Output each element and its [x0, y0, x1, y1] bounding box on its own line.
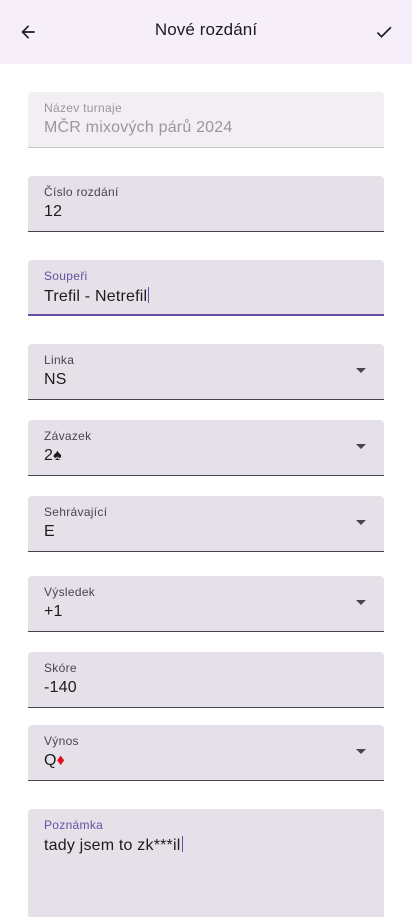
note-value: tady jsem to zk***il: [44, 837, 181, 854]
declarer-value: E: [44, 523, 55, 540]
note-label: Poznámka: [44, 818, 104, 832]
lead-select[interactable]: Výnos Q♦: [28, 725, 384, 781]
deal-number-value: 12: [44, 203, 63, 220]
opponents-label: Soupeři: [44, 269, 88, 283]
dropdown-arrow-icon[interactable]: [356, 368, 366, 373]
deal-number-field[interactable]: Číslo rozdání 12: [28, 176, 384, 232]
dropdown-arrow-icon[interactable]: [356, 444, 366, 449]
line-label: Linka: [44, 353, 75, 367]
text-cursor: [148, 287, 150, 303]
line-value: NS: [44, 371, 67, 388]
tournament-field: Název turnaje MČR mixových párů 2024: [28, 92, 384, 148]
lead-value: Q♦: [44, 752, 65, 770]
tournament-label: Název turnaje: [44, 101, 122, 115]
declarer-select[interactable]: Sehrávající E: [28, 496, 384, 552]
spade-icon: ♠: [53, 447, 62, 464]
top-app-bar: Nové rozdání: [0, 0, 412, 64]
check-icon: [376, 26, 392, 38]
dropdown-arrow-icon[interactable]: [356, 520, 366, 525]
note-field[interactable]: Poznámka tady jsem to zk***il: [28, 809, 384, 917]
diamond-icon: ♦: [56, 752, 66, 769]
contract-value: 2♠: [44, 447, 62, 465]
result-select[interactable]: Výsledek +1: [28, 576, 384, 632]
score-value: -140: [44, 679, 77, 696]
lead-rank: Q: [44, 752, 57, 769]
dropdown-arrow-icon[interactable]: [356, 749, 366, 754]
score-label: Skóre: [44, 661, 77, 675]
score-field[interactable]: Skóre -140: [28, 652, 384, 708]
declarer-label: Sehrávající: [44, 505, 108, 519]
opponents-value-wrap: Trefil - Netrefil: [44, 287, 150, 306]
dropdown-arrow-icon[interactable]: [356, 600, 366, 605]
result-value: +1: [44, 603, 63, 620]
contract-select[interactable]: Závazek 2♠: [28, 420, 384, 476]
deal-number-label: Číslo rozdání: [44, 185, 119, 199]
text-cursor: [181, 836, 183, 852]
line-select[interactable]: Linka NS: [28, 344, 384, 400]
result-label: Výsledek: [44, 585, 96, 599]
note-value-wrap: tady jsem to zk***il: [44, 836, 183, 855]
tournament-value: MČR mixových párů 2024: [44, 119, 233, 136]
save-button[interactable]: [364, 12, 404, 52]
page-title: Nové rozdání: [154, 20, 258, 39]
opponents-value: Trefil - Netrefil: [44, 288, 148, 305]
lead-label: Výnos: [44, 734, 79, 748]
contract-level: 2: [44, 447, 54, 464]
contract-label: Závazek: [44, 429, 92, 443]
opponents-field[interactable]: Soupeři Trefil - Netrefil: [28, 260, 384, 316]
